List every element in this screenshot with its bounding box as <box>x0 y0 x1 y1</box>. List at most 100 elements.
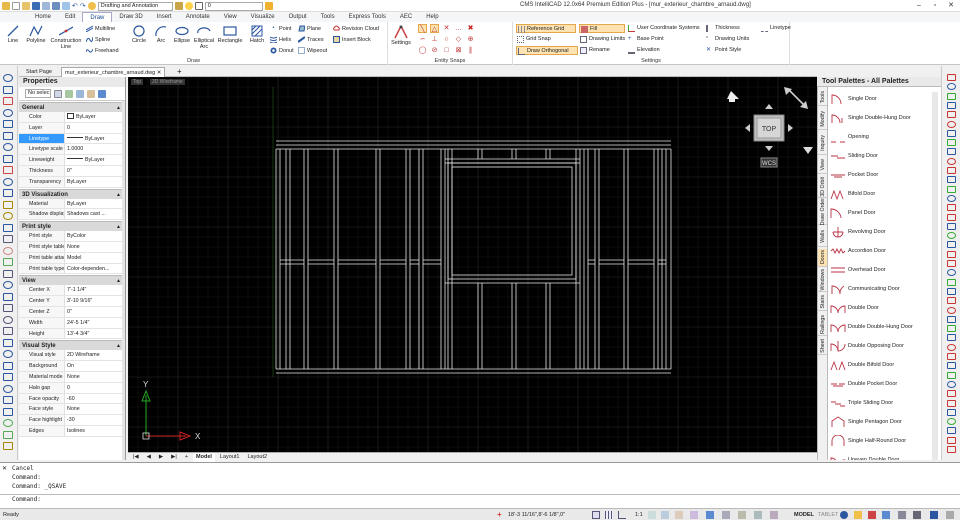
stretch-icon[interactable] <box>947 139 956 147</box>
base-point-button[interactable]: + Base Point <box>627 35 687 44</box>
lock-ui-icon[interactable] <box>868 511 876 519</box>
tab-start-page[interactable]: Start Page <box>23 67 55 77</box>
measure-icon[interactable] <box>3 304 13 312</box>
arc-button[interactable]: Arc <box>150 25 172 44</box>
draworder-icon[interactable] <box>947 427 956 435</box>
view-label[interactable]: Top <box>131 79 144 85</box>
rectangle-tool-icon[interactable] <box>3 131 13 140</box>
spline-tool-icon[interactable] <box>3 177 13 186</box>
drawing-units-button[interactable]: ° Drawing Units <box>705 35 761 44</box>
erase-icon[interactable] <box>947 101 956 109</box>
property-row[interactable]: Layer 0 <box>19 122 125 134</box>
maximize-icon[interactable]: ▫ <box>929 1 941 11</box>
property-row[interactable]: Center X 7'-1 1/4" <box>19 285 125 297</box>
polygon-icon[interactable] <box>3 120 13 128</box>
property-row[interactable]: Thickness 0" <box>19 165 125 177</box>
section-general[interactable]: General ▲ <box>19 102 125 112</box>
palette-item-double-bifold-door[interactable]: Double Bifold Door <box>828 355 941 374</box>
annotation-scale[interactable]: 1:1 <box>635 510 643 520</box>
copy-icon[interactable] <box>947 92 956 100</box>
close-icon[interactable]: ✕ <box>945 1 957 11</box>
center-snap-icon[interactable]: ◯ <box>418 46 427 55</box>
workspace-status-icon[interactable] <box>854 511 862 519</box>
open-folder-icon[interactable] <box>22 2 30 10</box>
xref-icon[interactable] <box>947 315 956 323</box>
collapse-icon[interactable]: ▲ <box>116 103 121 113</box>
table-icon[interactable] <box>3 269 13 278</box>
ortho-mode-icon[interactable] <box>618 511 626 519</box>
palette-item-single-half-round-door[interactable]: Single Half-Round Door <box>828 431 941 450</box>
design-center-icon[interactable] <box>947 362 956 370</box>
thickness-button[interactable]: Thickness <box>705 24 761 33</box>
undo-icon[interactable]: ↶ <box>72 2 78 10</box>
block-icon[interactable] <box>3 212 13 220</box>
menu-view[interactable]: View <box>217 12 244 22</box>
circle-tool-icon[interactable] <box>3 154 13 163</box>
drawing-canvas[interactable]: Y X TOP WCS Top 2D Wireframe <box>128 77 817 452</box>
trim-icon[interactable] <box>947 148 956 156</box>
audit-icon[interactable] <box>947 399 956 407</box>
divide-icon[interactable] <box>947 446 956 453</box>
tangent-snap-icon[interactable]: ○ <box>442 35 451 44</box>
layout-prev-icon[interactable]: ◀ <box>144 453 154 462</box>
traces-button[interactable]: Traces <box>298 36 324 43</box>
construction-line-button[interactable]: Construction Line <box>49 25 83 50</box>
hatch-button[interactable]: Hatch <box>247 25 267 44</box>
polyline-tool-icon[interactable] <box>3 108 13 117</box>
clean-screen-icon[interactable] <box>913 511 921 519</box>
ray-icon[interactable] <box>3 97 13 105</box>
layer-manager-icon[interactable] <box>264 2 273 10</box>
property-row[interactable]: Height 13'-4 3/4" <box>19 328 125 340</box>
property-row[interactable]: Center Y 3'-10 9/16" <box>19 296 125 307</box>
hatch-tool-icon[interactable] <box>3 235 13 243</box>
revcloud-icon[interactable] <box>3 166 13 174</box>
transparency-icon[interactable] <box>675 511 683 519</box>
snap-toggle-snap-icon[interactable]: ⊕ <box>466 35 475 44</box>
command-prompt[interactable]: Command: <box>12 496 41 503</box>
property-row[interactable]: Linetype ByLayer <box>19 133 125 145</box>
freehand-button[interactable]: Freehand <box>86 47 119 54</box>
new-file-icon[interactable] <box>12 2 20 10</box>
multiline-button[interactable]: Multiline <box>86 25 115 32</box>
helix-button[interactable]: Helix <box>270 36 291 43</box>
palette-item-overhead-door[interactable]: Overhead Door <box>828 260 941 279</box>
pedit-icon[interactable] <box>947 260 956 267</box>
join-icon[interactable] <box>947 176 956 184</box>
layout-first-icon[interactable]: |◀ <box>130 453 142 462</box>
hatchedit-icon[interactable] <box>947 278 956 286</box>
model-space-toggle[interactable]: MODEL <box>794 510 814 520</box>
property-row[interactable]: Face opacity -60 <box>19 393 125 405</box>
elliptical-arc-button[interactable]: Elliptical Arc <box>192 25 216 50</box>
menu-aec[interactable]: AEC <box>393 12 419 22</box>
orbit-icon[interactable] <box>3 419 13 427</box>
property-row[interactable]: Material mode None <box>19 371 125 383</box>
zoom-out-icon[interactable] <box>3 396 13 404</box>
collapse-icon[interactable]: ▲ <box>116 341 121 351</box>
visual-style-label[interactable]: 2D Wireframe <box>150 79 185 85</box>
endpoint-snap-icon[interactable]: ╲ <box>418 24 427 33</box>
tab-drawing[interactable]: mur_exterieur_chambre_arnaud.dwg ✕ <box>61 67 166 77</box>
isolate-icon[interactable] <box>882 511 890 519</box>
workspace-dropdown[interactable]: Drafting and Annotation <box>97 1 173 11</box>
palette-item-revolving-door[interactable]: Revolving Door <box>828 222 941 241</box>
tab-layout1[interactable]: Layout1 <box>217 453 243 462</box>
print-icon[interactable] <box>52 2 60 10</box>
nearest-snap-icon[interactable]: ∽ <box>418 35 427 44</box>
palette-item-sliding-door[interactable]: Sliding Door <box>828 146 941 165</box>
plane-button[interactable]: Plane <box>298 25 321 32</box>
osnap-tracking-icon[interactable] <box>770 511 778 519</box>
funnel-icon[interactable] <box>98 89 106 98</box>
menu-draw[interactable]: Draw <box>82 12 113 22</box>
property-row[interactable]: Face style None <box>19 404 125 416</box>
point-style-button[interactable]: ✕ Point Style <box>705 46 761 55</box>
property-row[interactable]: Visual style 2D Wireframe <box>19 350 125 362</box>
scale-icon[interactable] <box>947 129 956 137</box>
section-visual-style[interactable]: Visual Style ▲ <box>19 340 125 351</box>
collapse-icon[interactable]: ▲ <box>116 276 121 286</box>
menu-help[interactable]: Help <box>419 12 445 22</box>
block-edit-icon[interactable] <box>947 306 956 314</box>
revision-cloud-button[interactable]: Revision Cloud <box>333 25 379 32</box>
measure-tool-icon[interactable] <box>947 436 956 444</box>
layers-icon[interactable] <box>3 442 13 450</box>
property-row[interactable]: Print table attac...Model <box>19 252 125 264</box>
